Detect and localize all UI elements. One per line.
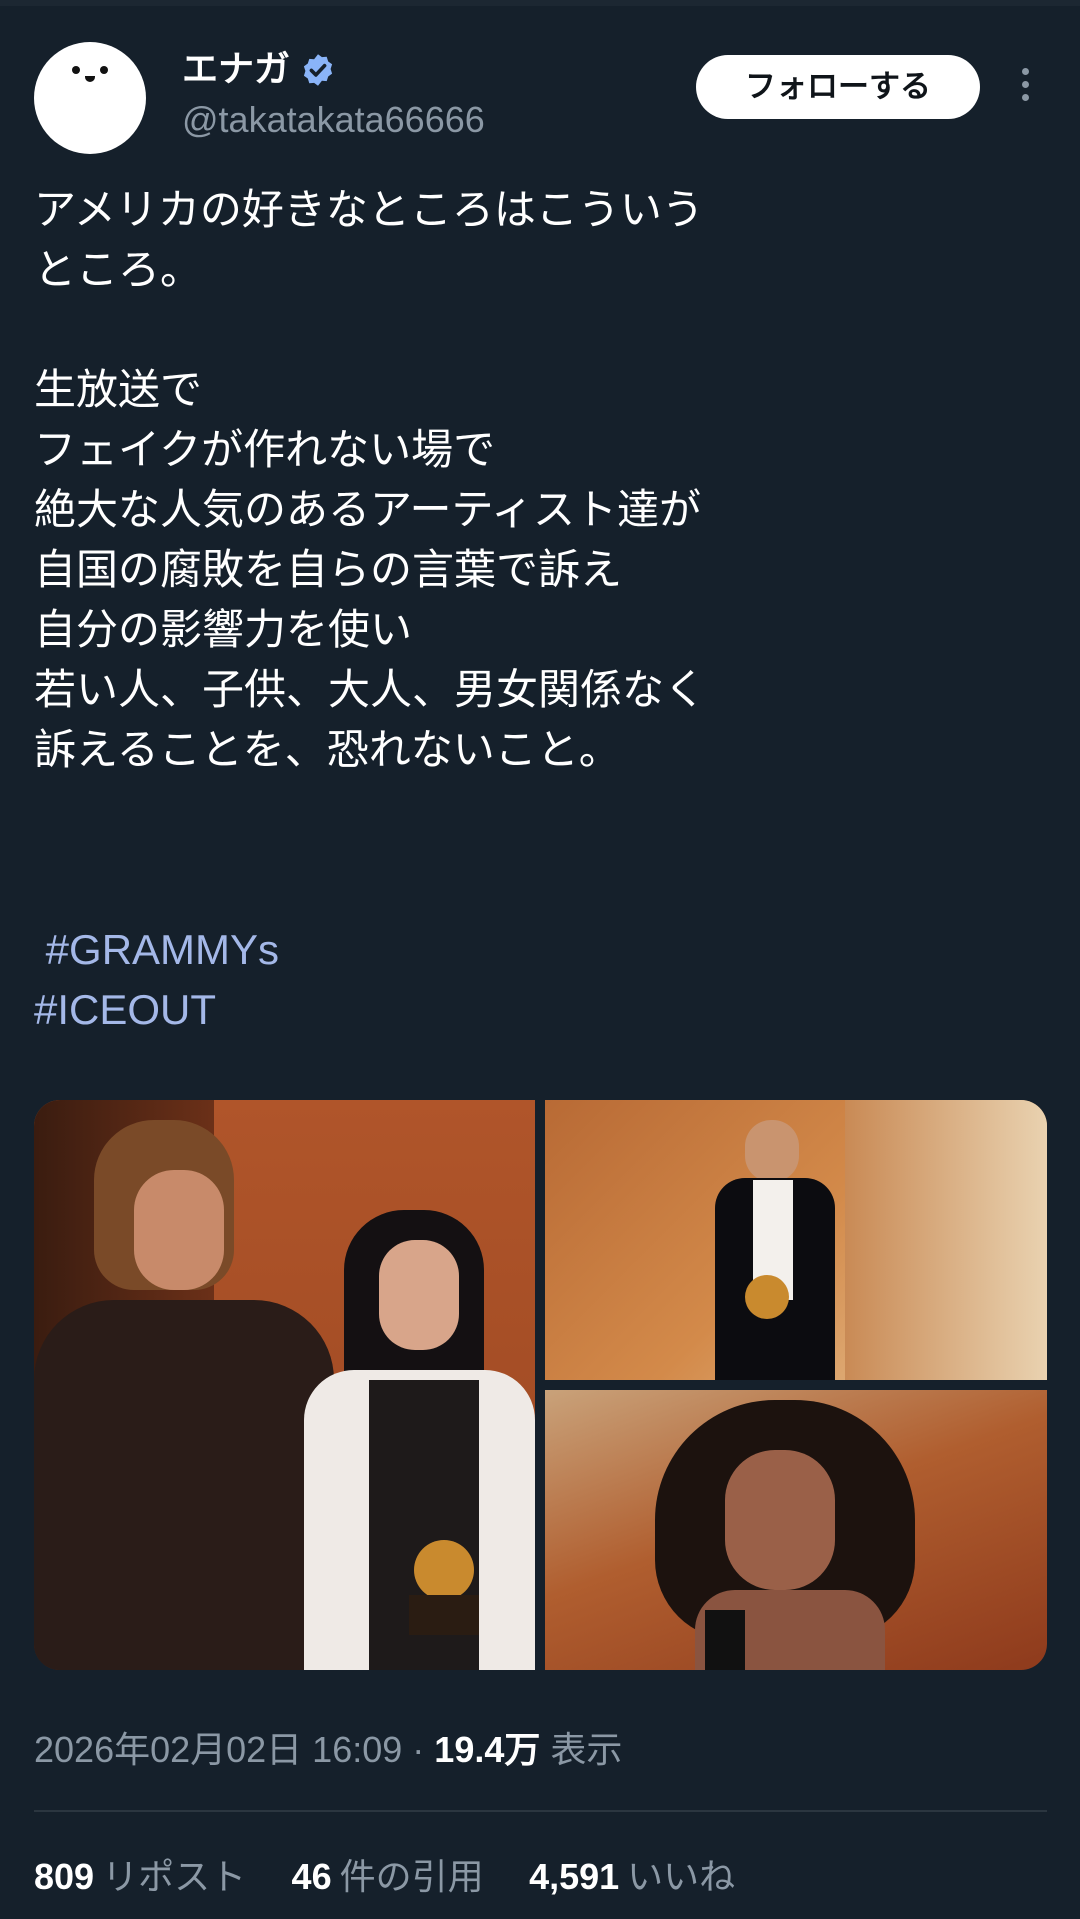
tweet-line: 自国の腐敗を自らの言葉で訴え	[34, 545, 623, 594]
avatar-eye	[100, 66, 108, 74]
tweet-line	[34, 300, 1034, 360]
likes-stat[interactable]: 4,591 いいね	[529, 1853, 735, 1902]
reposts-label: リポスト	[102, 1857, 247, 1898]
reposts-count: 809	[34, 1856, 95, 1897]
tweet-text: アメリカの好きなところはこういう ところ。 生放送で フェイクが作れない場で 絶…	[34, 180, 1034, 780]
tweet-line: 若い人、子供、大人、男女関係なく	[34, 665, 707, 714]
media-photo[interactable]	[545, 1100, 1047, 1380]
follow-button[interactable]: フォローする	[696, 55, 980, 119]
more-options-icon[interactable]	[1010, 62, 1040, 112]
media-grid	[34, 1100, 1047, 1670]
timestamp[interactable]: 2026年02月02日 16:09	[34, 1729, 402, 1770]
top-divider	[0, 0, 1080, 6]
photo-shape	[34, 1300, 334, 1670]
quotes-stat[interactable]: 46 件の引用	[292, 1853, 484, 1902]
display-name[interactable]: エナガ	[182, 48, 290, 92]
reposts-stat[interactable]: 809 リポスト	[34, 1853, 246, 1902]
verified-badge-icon	[303, 54, 333, 86]
media-photo[interactable]	[34, 1100, 535, 1670]
tweet-line: フェイクが作れない場で	[34, 425, 496, 474]
tweet-line: 生放送で	[34, 365, 203, 414]
likes-label: いいね	[627, 1857, 736, 1898]
photo-shape	[414, 1540, 474, 1600]
photo-shape	[379, 1240, 459, 1350]
tweet-line: 訴えることを、恐れないこと。	[34, 725, 621, 774]
quotes-label: 件の引用	[339, 1857, 484, 1898]
user-handle[interactable]: @takatakata66666	[182, 98, 485, 142]
tweet-line: ところ。	[34, 245, 203, 294]
photo-shape	[705, 1610, 745, 1670]
avatar-eye	[72, 66, 80, 74]
avatar-mouth	[85, 76, 95, 82]
photo-shape	[745, 1120, 799, 1182]
stats-row: 809 リポスト 46 件の引用 4,591 いいね	[34, 1853, 1034, 1902]
photo-shape	[134, 1170, 224, 1290]
separator: ·	[412, 1729, 425, 1770]
tweet-line: 自分の影響力を使い	[34, 605, 413, 654]
photo-shape	[845, 1100, 1047, 1380]
divider	[34, 1810, 1047, 1812]
media-photo[interactable]	[545, 1390, 1047, 1670]
tweet-line: 絶大な人気のあるアーティスト達が	[34, 485, 701, 534]
likes-count: 4,591	[529, 1856, 620, 1897]
photo-shape	[725, 1450, 835, 1590]
photo-shape	[409, 1595, 479, 1635]
avatar[interactable]	[34, 42, 146, 154]
views-label: 表示	[550, 1729, 623, 1770]
views-count: 19.4万	[434, 1729, 541, 1770]
timestamp-row: 2026年02月02日 16:09 · 19.4万 表示	[34, 1726, 1034, 1774]
display-name-row[interactable]: エナガ	[182, 48, 336, 92]
tweet-line: アメリカの好きなところはこういう	[34, 185, 704, 234]
hashtag-link[interactable]: #ICEOUT	[34, 980, 1034, 1040]
photo-shape	[745, 1275, 789, 1319]
quotes-count: 46	[291, 1856, 332, 1897]
hashtag-link[interactable]: #GRAMMYs	[34, 920, 1034, 980]
hashtags: #GRAMMYs #ICEOUT	[34, 920, 1034, 1040]
